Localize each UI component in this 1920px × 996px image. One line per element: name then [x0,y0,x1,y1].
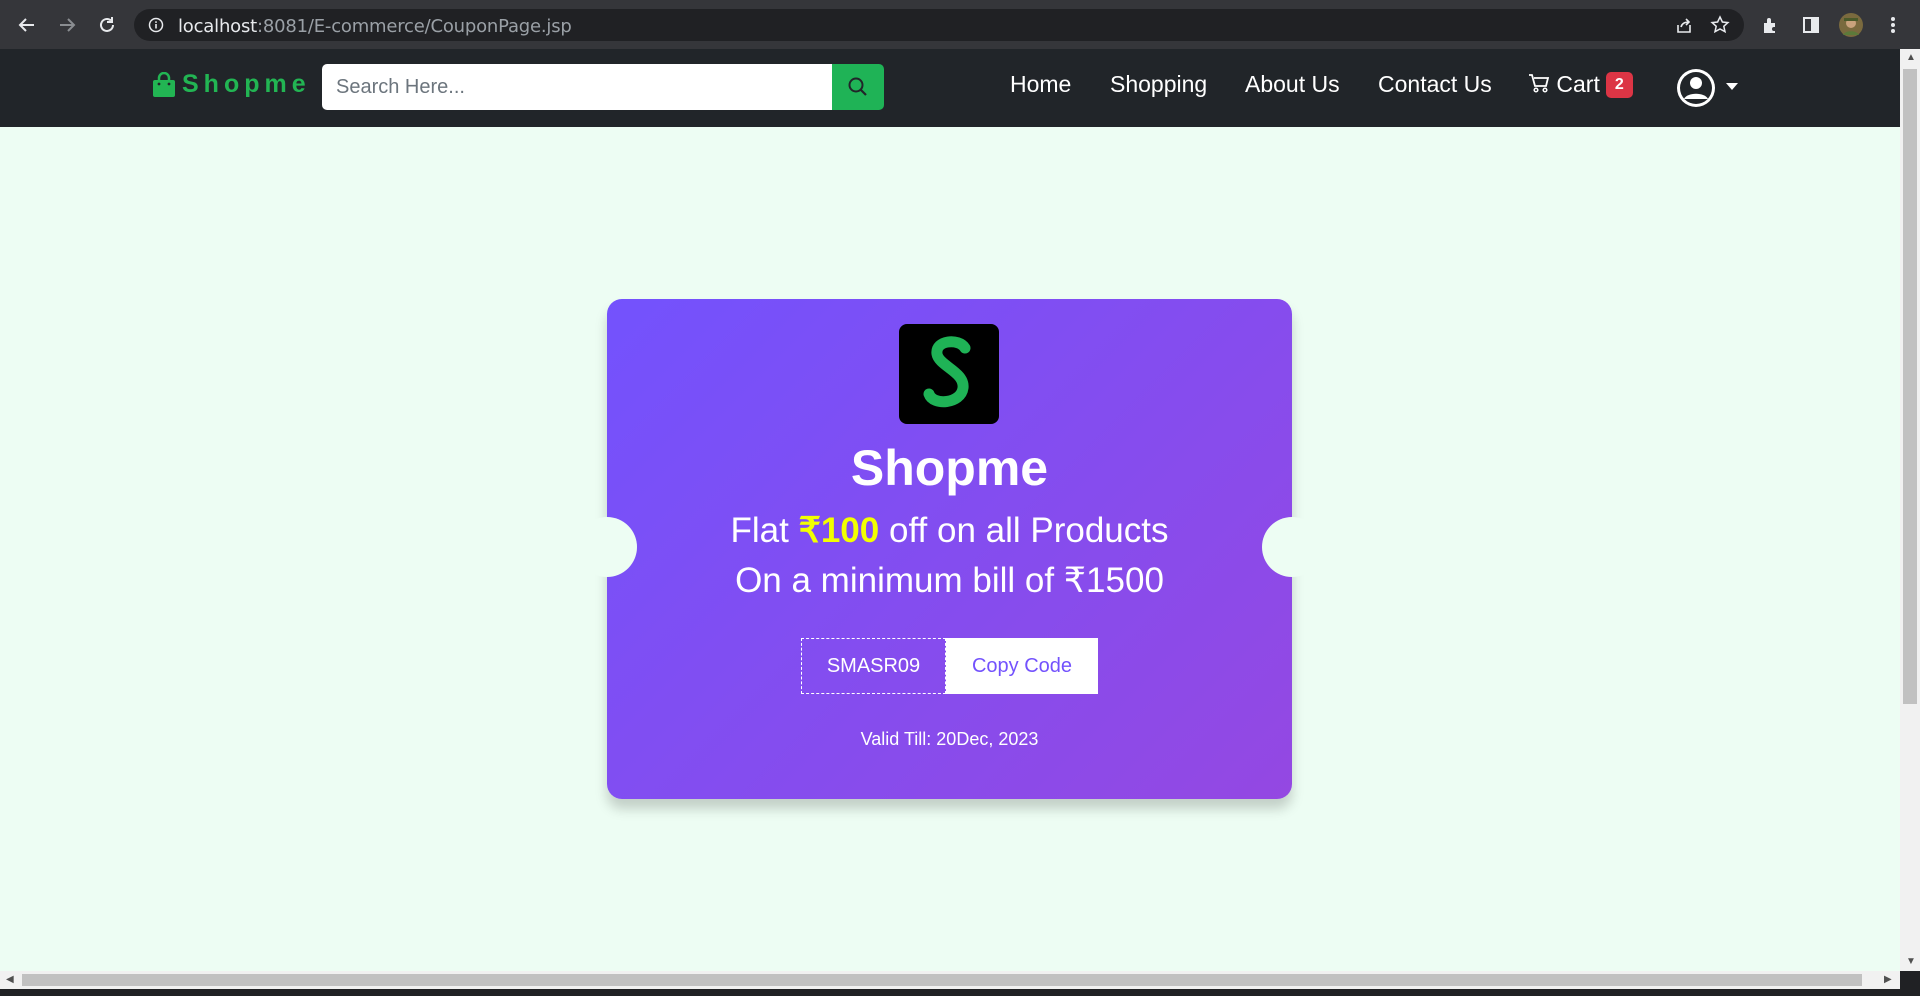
search-button[interactable] [832,64,884,110]
copy-code-button[interactable]: Copy Code [946,638,1098,694]
site-navbar: Shopme Home Shopping About Us Contact Us… [0,49,1900,127]
coupon-right-notch [1262,517,1322,577]
user-menu-caret-icon[interactable] [1726,83,1738,90]
extensions-icon[interactable] [1758,12,1784,38]
brand-logo[interactable]: Shopme [152,70,311,99]
coupon-offer-line: Flat ₹100 off on all Products [607,511,1292,551]
coupon-title: Shopme [850,440,1049,496]
scroll-up-arrow-icon[interactable]: ▲ [1906,52,1916,63]
nav-home-link[interactable]: Home [1010,71,1071,98]
profile-avatar-icon[interactable] [1838,12,1864,38]
coupon-code-row: SMASR09 Copy Code [801,638,1098,694]
shopme-s-logo-icon [923,336,971,408]
browser-toolbar: localhost:8081/E-commerce/CouponPage.jsp [0,0,1920,49]
brand-name: Shopme [182,70,311,98]
scroll-left-arrow-icon[interactable]: ◀ [6,974,14,985]
nav-cart-link[interactable]: Cart 2 [1528,71,1633,98]
star-icon[interactable] [1710,15,1730,35]
cart-count-badge: 2 [1605,72,1633,98]
url-text[interactable]: localhost:8081/E-commerce/CouponPage.jsp [178,16,572,37]
nav-shopping-link[interactable]: Shopping [1110,71,1207,98]
cart-icon [1529,74,1550,93]
user-avatar-icon[interactable] [1676,68,1716,108]
offer-prefix: Flat [730,511,799,550]
forward-arrow-icon[interactable] [54,12,80,38]
scroll-right-arrow-icon[interactable]: ▶ [1884,974,1892,985]
bottom-edge [0,989,1920,996]
nav-about-link[interactable]: About Us [1245,71,1340,98]
cart-label: Cart [1556,71,1600,97]
horizontal-scroll-thumb[interactable] [22,974,1862,986]
search-icon [848,77,867,96]
nav-contact-link[interactable]: Contact Us [1378,71,1492,98]
scroll-down-arrow-icon[interactable]: ▼ [1906,956,1916,967]
coupon-valid-till: Valid Till: 20Dec, 2023 [860,729,1039,749]
coupon-left-notch [577,517,637,577]
side-panel-icon[interactable] [1798,12,1824,38]
offer-amount: ₹100 [798,511,880,550]
coupon-logo [899,324,999,424]
url-host: localhost [178,16,257,37]
coupon-minimum-bill: On a minimum bill of ₹1500 [735,561,1164,600]
coupon-card: Shopme Flat ₹100 off on all Products On … [577,299,1322,799]
shopping-bag-icon [153,71,175,97]
address-bar[interactable]: localhost:8081/E-commerce/CouponPage.jsp [134,9,1744,41]
url-path: :8081/E-commerce/CouponPage.jsp [257,16,572,37]
share-icon[interactable] [1674,16,1694,36]
info-icon[interactable] [148,17,164,33]
vertical-scroll-thumb[interactable] [1903,69,1917,704]
menu-dots-icon[interactable] [1880,12,1906,38]
back-arrow-icon[interactable] [14,12,40,38]
search-input[interactable] [322,64,832,110]
horizontal-scrollbar[interactable]: ◀ ▶ [0,971,1900,989]
offer-suffix: off on all Products [879,511,1169,550]
reload-icon[interactable] [94,12,120,38]
vertical-scrollbar[interactable]: ▲ ▼ [1900,49,1920,971]
coupon-code: SMASR09 [801,638,946,694]
